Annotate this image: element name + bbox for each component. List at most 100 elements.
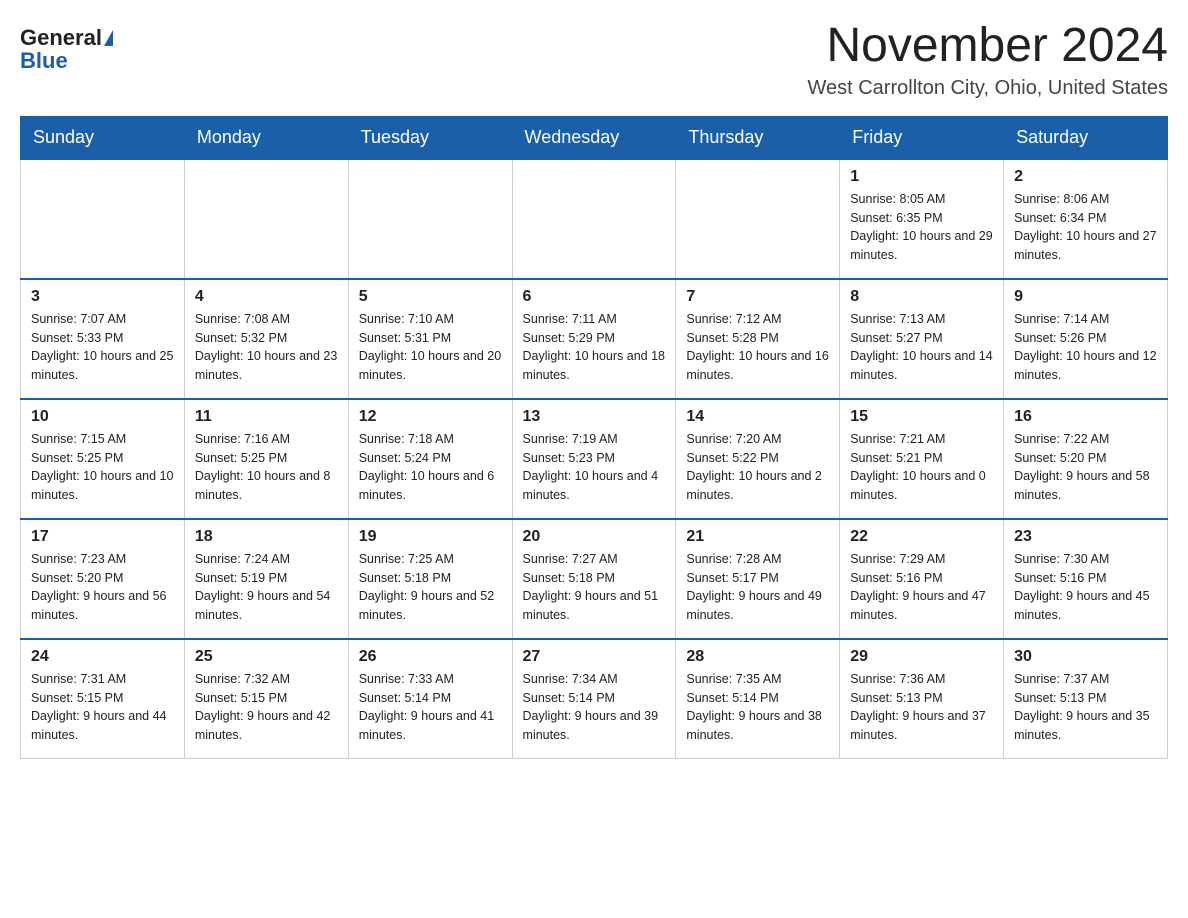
- day-info: Sunrise: 7:12 AMSunset: 5:28 PMDaylight:…: [686, 310, 829, 385]
- calendar-cell: [348, 159, 512, 279]
- calendar-cell: 25 Sunrise: 7:32 AMSunset: 5:15 PMDayligh…: [184, 639, 348, 759]
- day-number: 19: [359, 528, 502, 546]
- calendar-cell: 2Sunrise: 8:06 AMSunset: 6:34 PMDaylight…: [1004, 159, 1168, 279]
- day-info: Sunrise: 7:11 AMSunset: 5:29 PMDaylight:…: [523, 310, 666, 385]
- calendar-week-1: 1 Sunrise: 8:05 AMSunset: 6:35 PMDaylight…: [21, 159, 1168, 279]
- calendar-cell: [512, 159, 676, 279]
- calendar-cell: 8Sunrise: 7:13 AMSunset: 5:27 PMDaylight…: [840, 279, 1004, 399]
- day-info: Sunrise: 7:10 AMSunset: 5:31 PMDaylight:…: [359, 310, 502, 385]
- day-info: Sunrise: 7:25 AMSunset: 5:18 PMDaylight:…: [359, 550, 502, 625]
- calendar-cell: [184, 159, 348, 279]
- day-number: 24: [31, 648, 174, 666]
- day-info: Sunrise: 7:18 AMSunset: 5:24 PMDaylight:…: [359, 430, 502, 505]
- calendar-cell: 22 Sunrise: 7:29 AMSunset: 5:16 PMDayligh…: [840, 519, 1004, 639]
- weekday-header-monday: Monday: [184, 116, 348, 159]
- page-header: General Blue November 2024 West Carrollt…: [20, 20, 1168, 100]
- day-info: Sunrise: 7:14 AMSunset: 5:26 PMDaylight:…: [1014, 310, 1157, 385]
- day-number: 3: [31, 288, 174, 306]
- day-info: Sunrise: 7:32 AMSunset: 5:15 PMDaylight:…: [195, 670, 338, 745]
- calendar-cell: 23 Sunrise: 7:30 AMSunset: 5:16 PMDayligh…: [1004, 519, 1168, 639]
- calendar-cell: 29Sunrise: 7:36 AMSunset: 5:13 PMDayligh…: [840, 639, 1004, 759]
- day-number: 11: [195, 408, 338, 426]
- weekday-header-tuesday: Tuesday: [348, 116, 512, 159]
- day-info: Sunrise: 7:15 AMSunset: 5:25 PMDaylight:…: [31, 430, 174, 505]
- calendar-cell: 4 Sunrise: 7:08 AMSunset: 5:32 PMDaylight…: [184, 279, 348, 399]
- calendar-cell: 7 Sunrise: 7:12 AMSunset: 5:28 PMDaylight…: [676, 279, 840, 399]
- day-number: 14: [686, 408, 829, 426]
- calendar-cell: 21Sunrise: 7:28 AMSunset: 5:17 PMDayligh…: [676, 519, 840, 639]
- calendar-cell: 16Sunrise: 7:22 AMSunset: 5:20 PMDayligh…: [1004, 399, 1168, 519]
- calendar-cell: 1 Sunrise: 8:05 AMSunset: 6:35 PMDaylight…: [840, 159, 1004, 279]
- weekday-header-row: SundayMondayTuesdayWednesdayThursdayFrid…: [21, 116, 1168, 159]
- day-info: Sunrise: 7:16 AMSunset: 5:25 PMDaylight:…: [195, 430, 338, 505]
- logo-triangle-icon: [104, 30, 113, 46]
- day-number: 27: [523, 648, 666, 666]
- calendar-cell: 11 Sunrise: 7:16 AMSunset: 5:25 PMDayligh…: [184, 399, 348, 519]
- calendar-cell: 28 Sunrise: 7:35 AMSunset: 5:14 PMDayligh…: [676, 639, 840, 759]
- day-info: Sunrise: 7:34 AMSunset: 5:14 PMDaylight:…: [523, 670, 666, 745]
- day-number: 8: [850, 288, 993, 306]
- calendar-week-4: 17 Sunrise: 7:23 AMSunset: 5:20 PMDayligh…: [21, 519, 1168, 639]
- calendar-cell: 27 Sunrise: 7:34 AMSunset: 5:14 PMDayligh…: [512, 639, 676, 759]
- calendar-cell: 15 Sunrise: 7:21 AMSunset: 5:21 PMDayligh…: [840, 399, 1004, 519]
- day-number: 13: [523, 408, 666, 426]
- calendar-cell: 10 Sunrise: 7:15 AMSunset: 5:25 PMDayligh…: [21, 399, 185, 519]
- calendar-cell: 18 Sunrise: 7:24 AMSunset: 5:19 PMDayligh…: [184, 519, 348, 639]
- calendar-table: SundayMondayTuesdayWednesdayThursdayFrid…: [20, 116, 1168, 760]
- logo-general: General: [20, 26, 102, 50]
- calendar-cell: 14 Sunrise: 7:20 AMSunset: 5:22 PMDayligh…: [676, 399, 840, 519]
- day-number: 29: [850, 648, 993, 666]
- day-number: 23: [1014, 528, 1157, 546]
- weekday-header-wednesday: Wednesday: [512, 116, 676, 159]
- day-number: 5: [359, 288, 502, 306]
- day-info: Sunrise: 7:19 AMSunset: 5:23 PMDaylight:…: [523, 430, 666, 505]
- day-info: Sunrise: 7:29 AMSunset: 5:16 PMDaylight:…: [850, 550, 993, 625]
- calendar-cell: 3 Sunrise: 7:07 AMSunset: 5:33 PMDaylight…: [21, 279, 185, 399]
- day-number: 25: [195, 648, 338, 666]
- weekday-header-thursday: Thursday: [676, 116, 840, 159]
- day-info: Sunrise: 7:27 AMSunset: 5:18 PMDaylight:…: [523, 550, 666, 625]
- day-info: Sunrise: 7:30 AMSunset: 5:16 PMDaylight:…: [1014, 550, 1157, 625]
- calendar-cell: 9 Sunrise: 7:14 AMSunset: 5:26 PMDaylight…: [1004, 279, 1168, 399]
- calendar-cell: 30Sunrise: 7:37 AMSunset: 5:13 PMDayligh…: [1004, 639, 1168, 759]
- day-info: Sunrise: 7:35 AMSunset: 5:14 PMDaylight:…: [686, 670, 829, 745]
- day-info: Sunrise: 7:07 AMSunset: 5:33 PMDaylight:…: [31, 310, 174, 385]
- calendar-week-2: 3 Sunrise: 7:07 AMSunset: 5:33 PMDaylight…: [21, 279, 1168, 399]
- day-number: 7: [686, 288, 829, 306]
- logo-blue: Blue: [20, 48, 68, 74]
- day-number: 17: [31, 528, 174, 546]
- day-info: Sunrise: 7:31 AMSunset: 5:15 PMDaylight:…: [31, 670, 174, 745]
- day-number: 4: [195, 288, 338, 306]
- day-info: Sunrise: 8:05 AMSunset: 6:35 PMDaylight:…: [850, 190, 993, 265]
- day-info: Sunrise: 7:08 AMSunset: 5:32 PMDaylight:…: [195, 310, 338, 385]
- title-area: November 2024 West Carrollton City, Ohio…: [807, 20, 1168, 100]
- day-number: 9: [1014, 288, 1157, 306]
- day-info: Sunrise: 7:21 AMSunset: 5:21 PMDaylight:…: [850, 430, 993, 505]
- day-number: 2: [1014, 168, 1157, 186]
- day-number: 10: [31, 408, 174, 426]
- calendar-cell: 26Sunrise: 7:33 AMSunset: 5:14 PMDayligh…: [348, 639, 512, 759]
- day-info: Sunrise: 7:28 AMSunset: 5:17 PMDaylight:…: [686, 550, 829, 625]
- calendar-title: November 2024: [807, 20, 1168, 73]
- calendar-cell: [21, 159, 185, 279]
- calendar-week-3: 10 Sunrise: 7:15 AMSunset: 5:25 PMDayligh…: [21, 399, 1168, 519]
- day-number: 6: [523, 288, 666, 306]
- day-info: Sunrise: 7:22 AMSunset: 5:20 PMDaylight:…: [1014, 430, 1157, 505]
- day-info: Sunrise: 7:37 AMSunset: 5:13 PMDaylight:…: [1014, 670, 1157, 745]
- calendar-cell: 13 Sunrise: 7:19 AMSunset: 5:23 PMDayligh…: [512, 399, 676, 519]
- calendar-cell: [676, 159, 840, 279]
- day-info: Sunrise: 7:23 AMSunset: 5:20 PMDaylight:…: [31, 550, 174, 625]
- day-number: 18: [195, 528, 338, 546]
- day-info: Sunrise: 7:24 AMSunset: 5:19 PMDaylight:…: [195, 550, 338, 625]
- day-number: 22: [850, 528, 993, 546]
- calendar-cell: 12Sunrise: 7:18 AMSunset: 5:24 PMDayligh…: [348, 399, 512, 519]
- day-number: 20: [523, 528, 666, 546]
- calendar-subtitle: West Carrollton City, Ohio, United State…: [807, 77, 1168, 100]
- calendar-cell: 6 Sunrise: 7:11 AMSunset: 5:29 PMDaylight…: [512, 279, 676, 399]
- day-info: Sunrise: 7:20 AMSunset: 5:22 PMDaylight:…: [686, 430, 829, 505]
- day-number: 1: [850, 168, 993, 186]
- day-number: 28: [686, 648, 829, 666]
- weekday-header-friday: Friday: [840, 116, 1004, 159]
- day-number: 15: [850, 408, 993, 426]
- calendar-cell: 19 Sunrise: 7:25 AMSunset: 5:18 PMDayligh…: [348, 519, 512, 639]
